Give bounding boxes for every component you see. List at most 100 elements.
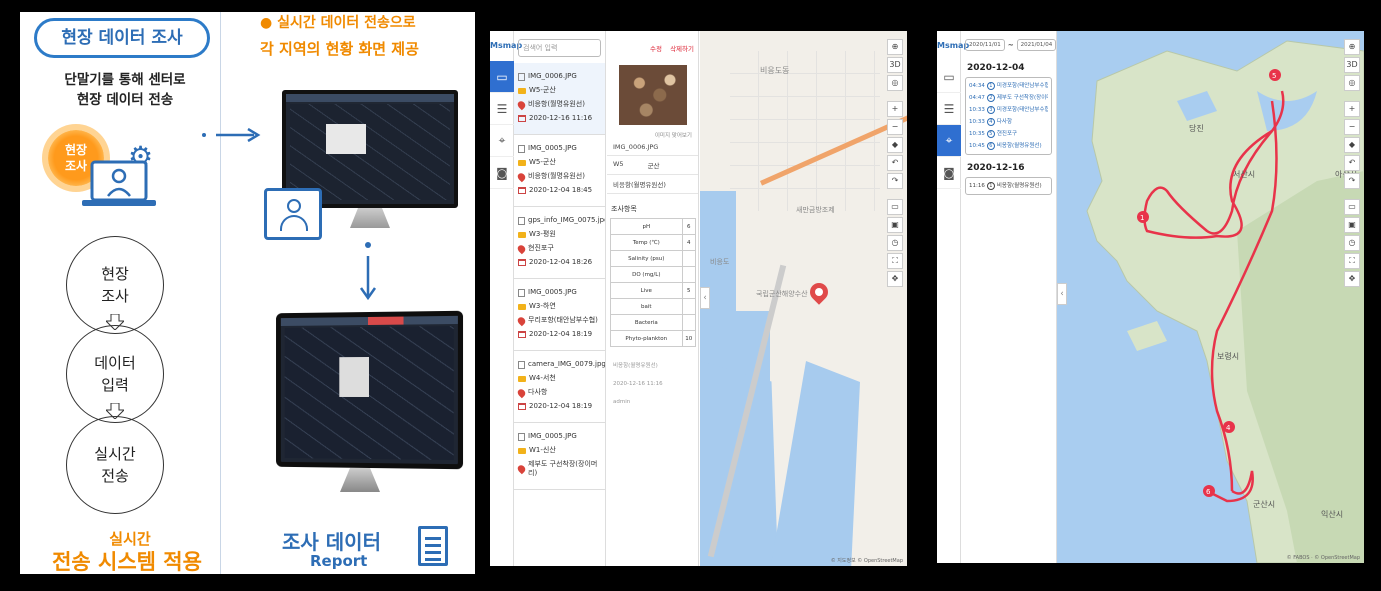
survey-photo[interactable]	[619, 65, 687, 125]
area-tool-button[interactable]: ▣	[1344, 217, 1360, 233]
pan-button[interactable]: ✥	[887, 271, 903, 287]
measure-row: pH 6	[610, 218, 697, 235]
list-item-time-row: 2020-12-04 18:19	[518, 330, 601, 339]
route-stop[interactable]: 11:16 1 비응항(월명유원선)	[969, 180, 1048, 192]
collapse-panel-button[interactable]: ‹	[1057, 283, 1067, 305]
stop-time: 10:33	[969, 119, 985, 125]
location-menu-icon[interactable]: ⌖	[937, 125, 961, 157]
route-marker-4[interactable]: 4	[1223, 421, 1235, 433]
list-item-group-row: W3-평원	[518, 230, 601, 239]
zoom-in-button[interactable]: +	[887, 101, 903, 117]
group-code: W5	[613, 160, 624, 168]
sea-area	[770, 361, 860, 566]
date-from-input[interactable]: 2020/11/01	[965, 39, 1005, 51]
redo-button[interactable]: ↷	[1344, 173, 1360, 189]
down-arrow-icon	[359, 242, 377, 301]
list-item-time: 2020-12-04 18:26	[529, 258, 593, 266]
list-item-group: W3-평원	[529, 230, 556, 238]
layers-button[interactable]: ⊕	[887, 39, 903, 55]
camera-menu-icon[interactable]: ◙	[490, 157, 514, 189]
locate-button[interactable]: ◎	[887, 75, 903, 91]
list-item-time-row: 2020-12-16 11:16	[518, 114, 601, 123]
list-item-file-row: IMG_0005.JPG	[518, 144, 601, 153]
route-marker-1[interactable]: 1	[1137, 211, 1149, 223]
list-item-place: 제부도 구선착장(장이머리)	[528, 460, 598, 477]
measure-name: Salinity (psu)	[610, 250, 683, 267]
pan-button[interactable]: ✥	[1344, 271, 1360, 287]
survey-location-marker[interactable]	[806, 279, 832, 305]
locate-button[interactable]: ◎	[1344, 75, 1360, 91]
map-view[interactable]: 비응도동 새만금방조제 비응도 국립군산해양수산 ⊕ 3D ◎ + − ◆ ↶ ↷ ▭ ▣ ◷ ⛶ ✥ …	[700, 31, 907, 566]
3d-button[interactable]: 3D	[1344, 57, 1360, 73]
document-menu-icon[interactable]: ☰	[490, 93, 514, 125]
monitor-menu-icon[interactable]: ▭	[490, 61, 514, 93]
photo-caption[interactable]: 이미지 맞어보기	[607, 125, 698, 139]
list-item-time-row: 2020-12-04 18:45	[518, 186, 601, 195]
map-label: 익산시	[1321, 509, 1343, 519]
infographic-panel: 현장 데이터 조사 단말기를 통해 센터로 현장 데이터 전송 현장 조사 ⚙ …	[20, 12, 475, 574]
realtime-line-2: 각 지역의 현황 화면 제공	[260, 40, 419, 58]
date-to-input[interactable]: 2021/01/04	[1016, 39, 1057, 51]
redo-button[interactable]: ↷	[887, 173, 903, 189]
list-item-place-row: 비응항(월명유원선)	[516, 99, 601, 110]
history-button[interactable]: ◷	[1344, 235, 1360, 251]
list-item[interactable]: IMG_0005.JPG W1-신산 제부도 구선착장(장이머리)	[514, 423, 605, 490]
step-2-line-2: 입력	[101, 376, 129, 394]
file-icon	[518, 216, 525, 225]
route-marker-5[interactable]: 5	[1269, 69, 1281, 81]
zoom-out-button[interactable]: −	[887, 119, 903, 135]
collapse-panel-button[interactable]: ‹	[700, 287, 710, 309]
stop-name: 미경포항(태안남부수협)	[996, 107, 1048, 113]
rectangle-tool-button[interactable]: ▭	[1344, 199, 1360, 215]
document-menu-icon[interactable]: ☰	[937, 93, 961, 125]
route-stop[interactable]: 10:33 4 다사항	[969, 116, 1048, 128]
zoom-out-button[interactable]: −	[1344, 119, 1360, 135]
3d-button[interactable]: 3D	[887, 57, 903, 73]
realtime-line-1: ● 실시간 데이터 전송으로	[260, 15, 416, 31]
list-item[interactable]: IMG_0005.JPG W3-하연 무리포항(태안남부수협) 2020-12-04 …	[514, 279, 605, 351]
lead-text: 단말기를 통해 센터로 현장 데이터 전송	[40, 70, 210, 110]
list-item[interactable]: IMG_0006.JPG W5-군산 비응항(월명유원선) 2020-12-16 11…	[514, 63, 605, 135]
list-item[interactable]: IMG_0005.JPG W5-군산 비응항(월명유원선) 2020-12-04 18…	[514, 135, 605, 207]
layers-button[interactable]: ⊕	[1344, 39, 1360, 55]
location-menu-icon[interactable]: ⌖	[490, 125, 514, 157]
route-app-window: Msmap ▭ ☰ ⌖ ◙ 2020/11/01 ~ 2021/01/04 ⌕ …	[937, 31, 1364, 563]
report-subtitle: Report	[310, 552, 368, 570]
list-item-place: 무리포항(태안남부수협)	[528, 316, 598, 324]
camera-menu-icon[interactable]: ◙	[937, 157, 961, 189]
meta-time: 2020-12-16 11:16	[613, 381, 663, 387]
fullscreen-button[interactable]: ⛶	[1344, 253, 1360, 269]
compass-button[interactable]: ◆	[887, 137, 903, 153]
search-input[interactable]: 검색어 입력	[518, 39, 601, 57]
route-stop[interactable]: 10:33 3 미경포항(태안남부수협)	[969, 104, 1048, 116]
route-stop[interactable]: 10:45 6 비응항(월명유원선)	[969, 140, 1048, 152]
route-marker-6[interactable]: 6	[1203, 485, 1215, 497]
svg-text:6: 6	[1206, 488, 1211, 496]
route-stop[interactable]: 04:472제부도 구선착장(장이머리)	[969, 92, 1048, 104]
delete-button[interactable]: 삭제하기	[670, 45, 694, 53]
folder-icon	[518, 447, 526, 454]
area-tool-button[interactable]: ▣	[887, 217, 903, 233]
step-1-line-2: 조사	[101, 287, 129, 305]
measure-name: bait	[610, 298, 683, 315]
list-item-time: 2020-12-04 18:45	[529, 186, 593, 194]
compass-button[interactable]: ◆	[1344, 137, 1360, 153]
list-item-group-row: W1-신산	[518, 446, 601, 455]
stop-time: 04:47	[969, 95, 985, 101]
list-item[interactable]: gps_info_IMG_0075.jpg W3-평원 현진포구 2020-12-04…	[514, 207, 605, 279]
monitor-menu-icon[interactable]: ▭	[937, 61, 961, 93]
detail-place: 비응항(월명유원선)	[607, 175, 698, 194]
undo-button[interactable]: ↶	[1344, 155, 1360, 171]
list-item[interactable]: camera_IMG_0079.jpg W4-서천 다사항 2020-12-04 18…	[514, 351, 605, 423]
route-stop[interactable]: 04:34 1 미경포항(태안남부수협)	[969, 80, 1048, 92]
history-button[interactable]: ◷	[887, 235, 903, 251]
undo-button[interactable]: ↶	[887, 155, 903, 171]
fullscreen-button[interactable]: ⛶	[887, 253, 903, 269]
edit-button[interactable]: 수정	[650, 45, 662, 53]
rectangle-tool-button[interactable]: ▭	[887, 199, 903, 215]
route-stop[interactable]: 10:35 5 현진포구	[969, 128, 1048, 140]
pin-icon	[516, 243, 527, 254]
zoom-in-button[interactable]: +	[1344, 101, 1360, 117]
measure-table: pH 6 Temp (℃) 4 Salinity (psu) DO (mg/L) Live 5…	[610, 218, 697, 347]
route-map-view[interactable]: 당진 서산시 아산시 보령시 군산시 익산시 1 4 5 6 ⊕ 3D ◎ + − ◆ ↶ ↷…	[1057, 31, 1364, 563]
